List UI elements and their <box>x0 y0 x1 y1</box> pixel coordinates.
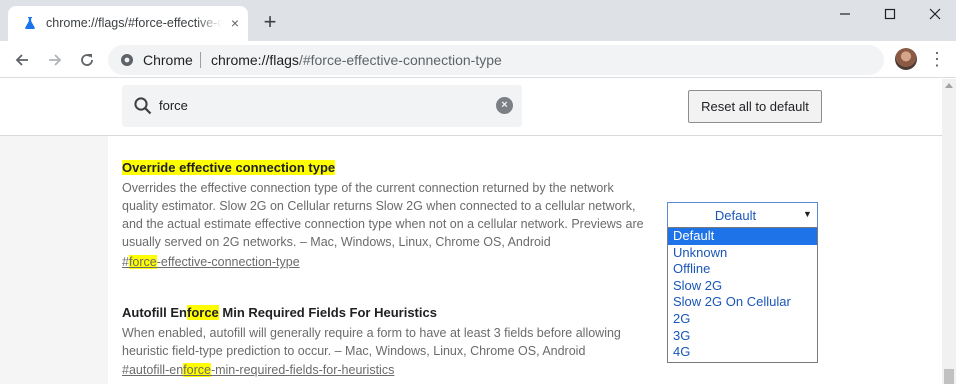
browser-tab[interactable]: chrome://flags/#force-effective-connecti… <box>8 6 248 41</box>
experiment-title: Override effective connection type <box>122 160 336 175</box>
flags-header: force × Reset all to default <box>0 79 942 136</box>
back-button[interactable] <box>11 48 33 70</box>
flask-icon <box>25 17 35 29</box>
reload-icon <box>81 54 93 67</box>
link-part: #autofill-en <box>122 363 184 377</box>
dropdown-option[interactable]: 2G <box>668 311 817 328</box>
dropdown-option[interactable]: Offline <box>668 261 817 278</box>
dropdown-option[interactable]: Slow 2G On Cellular <box>668 294 817 311</box>
new-tab-button[interactable]: + <box>260 11 280 33</box>
minimize-button[interactable] <box>822 0 867 28</box>
title-part: Autofill En <box>122 305 187 320</box>
dropdown-option[interactable]: 3G <box>668 328 817 345</box>
site-label: Chrome <box>143 52 193 68</box>
dropdown-option[interactable]: Slow 2G <box>668 278 817 295</box>
title-bar: chrome://flags/#force-effective-connecti… <box>0 0 956 41</box>
clear-search-icon[interactable]: × <box>496 97 513 114</box>
select-dropdown-list: Default Unknown Offline Slow 2G Slow 2G On C… <box>667 227 818 363</box>
experiment-description: Overrides the effective connection type … <box>122 181 644 249</box>
forward-button[interactable] <box>44 48 66 70</box>
search-icon <box>134 97 152 115</box>
search-value: force <box>159 98 188 113</box>
dropdown-option[interactable]: Unknown <box>668 245 817 262</box>
minimize-icon <box>839 13 850 15</box>
link-part: -effective-connection-type <box>156 255 300 269</box>
link-part: # <box>122 255 129 269</box>
select-value: Default <box>714 208 757 223</box>
url-host: chrome://flags <box>211 52 299 68</box>
close-icon <box>929 8 940 20</box>
vertical-scrollbar[interactable] <box>942 79 956 384</box>
chrome-page-icon <box>121 54 133 66</box>
experiment-permalink[interactable]: #force-effective-connection-type <box>122 255 300 269</box>
dropdown-option[interactable]: Default <box>668 228 817 245</box>
connection-type-select[interactable]: Default ▼ <box>667 202 818 228</box>
browser-toolbar: Chrome chrome://flags/#force-effective-c… <box>0 41 956 78</box>
title-highlight: Override effective connection type <box>122 160 336 175</box>
address-bar[interactable]: Chrome chrome://flags/#force-effective-c… <box>108 45 884 75</box>
link-highlight: force <box>183 363 211 377</box>
link-highlight: force <box>128 255 157 269</box>
reset-all-button[interactable]: Reset all to default <box>688 90 822 123</box>
chevron-down-icon: ▼ <box>803 209 812 219</box>
maximize-button[interactable] <box>867 0 912 28</box>
window-close-button[interactable] <box>912 0 956 28</box>
profile-avatar[interactable] <box>895 48 917 70</box>
menu-dots-icon[interactable]: ⋮ <box>928 47 946 71</box>
title-highlight: force <box>187 305 219 320</box>
tab-close-icon[interactable]: × <box>227 15 243 31</box>
experiment-description: When enabled, autofill will generally re… <box>122 326 621 358</box>
search-input[interactable]: force × <box>122 85 522 127</box>
link-part: -min-required-fields-for-heuristics <box>210 363 395 377</box>
tab-title: chrome://flags/#force-effective-connecti… <box>46 16 222 30</box>
scroll-up-arrow-icon[interactable] <box>945 83 953 88</box>
experiment-title: Autofill Enforce Min Required Fields For… <box>122 305 437 320</box>
url-text: chrome://flags/#force-effective-connecti… <box>211 52 502 68</box>
back-arrow-icon <box>15 54 28 66</box>
address-separator <box>200 52 201 68</box>
scrollbar-thumb[interactable] <box>944 369 954 384</box>
experiment-permalink[interactable]: #autofill-enforce-min-required-fields-fo… <box>122 363 394 377</box>
title-part: Min Required Fields For Heuristics <box>218 305 437 320</box>
forward-arrow-icon <box>49 54 62 66</box>
maximize-icon <box>884 8 895 20</box>
url-path: /#force-effective-connection-type <box>298 52 502 68</box>
dropdown-option[interactable]: 4G <box>668 344 817 361</box>
reload-button[interactable] <box>76 48 98 70</box>
